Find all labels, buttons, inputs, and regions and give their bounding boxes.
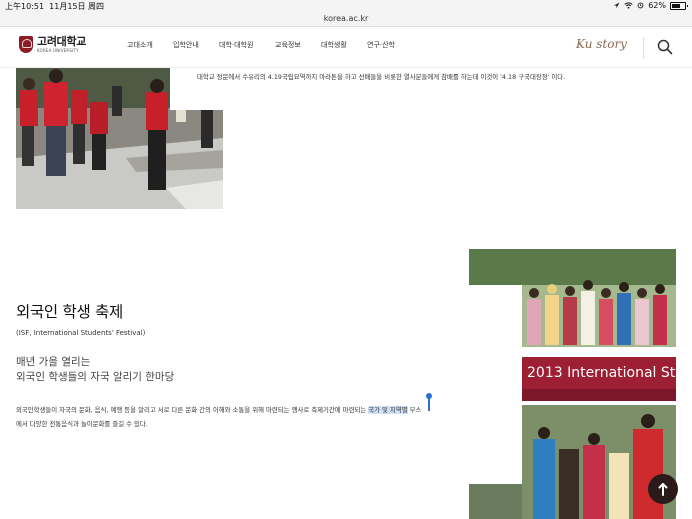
selection-start-handle[interactable] — [426, 393, 432, 411]
menu-item-research[interactable]: 연구·산학 — [367, 40, 395, 50]
logo-text: 고려대학교 KOREA UNIVERSITY — [37, 36, 86, 53]
menu-item-about[interactable]: 고대소개 — [127, 40, 173, 50]
status-time: 上午10:51 11月15日 周四 — [5, 1, 104, 12]
address-bar[interactable]: korea.ac.kr — [0, 12, 692, 27]
site-header: 고려대학교 KOREA UNIVERSITY 고대소개 입학안내 대학·대학원 … — [0, 27, 692, 68]
scroll-top-button[interactable] — [648, 474, 678, 504]
festival-description[interactable]: 외국인학생들이 자국의 문화, 음식, 예행 등을 알리고 서로 다른 문화 간… — [16, 403, 496, 431]
marathon-caption: 대학교 정문에서 수유리의 4.19국립묘역까지 마라톤을 하고 선배들을 비롯… — [197, 73, 566, 81]
festival-title: 외국인 학생 축제 — [16, 303, 123, 321]
crest-icon — [19, 36, 33, 53]
menu-item-campus-life[interactable]: 대학생활 — [321, 40, 367, 50]
menu-item-colleges[interactable]: 대학·대학원 — [219, 40, 275, 50]
desc-text-3: 에서 다양한 전통음식과 놀이문화를 즐길 수 있다. — [16, 420, 148, 428]
alarm-icon — [637, 2, 644, 9]
desc-text-2: 부스 — [407, 406, 422, 414]
battery-icon — [670, 1, 688, 10]
menu-item-academics[interactable]: 교육정보 — [275, 40, 321, 50]
tagline-line-1: 매년 가을 열리는 — [16, 356, 91, 368]
banner-text: 2013 International Stude — [527, 365, 676, 381]
status-date: 11月15日 周四 — [49, 2, 105, 11]
status-right: 62% — [613, 1, 688, 10]
festival-photo: 2013 International Stude — [469, 249, 676, 519]
nav-divider — [643, 37, 644, 59]
tagline-line-2: 외국인 학생들의 자국 알리기 한마당 — [16, 371, 175, 383]
menu-item-admission[interactable]: 입학안내 — [173, 40, 219, 50]
festival-tagline: 매년 가을 열리는 외국인 학생들의 자국 알리기 한마당 — [16, 355, 174, 385]
selected-text[interactable]: 국가 및 지역별 — [368, 406, 408, 414]
wifi-icon — [624, 2, 633, 9]
site-logo[interactable]: 고려대학교 KOREA UNIVERSITY — [19, 36, 86, 53]
search-icon[interactable] — [657, 39, 673, 55]
arrow-up-icon — [658, 483, 668, 496]
battery-percent: 62% — [648, 1, 666, 10]
logo-korean: 고려대학교 — [37, 35, 87, 48]
status-clock: 上午10:51 — [5, 2, 45, 11]
main-menu: 고대소개 입학안내 대학·대학원 교육정보 대학생활 연구·산학 — [127, 40, 395, 50]
logo-english: KOREA UNIVERSITY — [37, 48, 79, 53]
url-text: korea.ac.kr — [323, 14, 369, 23]
festival-subtitle: (ISF, International Students' Festival) — [16, 329, 146, 337]
location-icon — [613, 2, 620, 9]
desc-text-1: 외국인학생들이 자국의 문화, 음식, 예행 등을 알리고 서로 다른 문화 간… — [16, 406, 369, 414]
status-bar: 上午10:51 11月15日 周四 62% — [0, 0, 692, 12]
kustory-logo[interactable]: Ku story — [576, 37, 627, 51]
